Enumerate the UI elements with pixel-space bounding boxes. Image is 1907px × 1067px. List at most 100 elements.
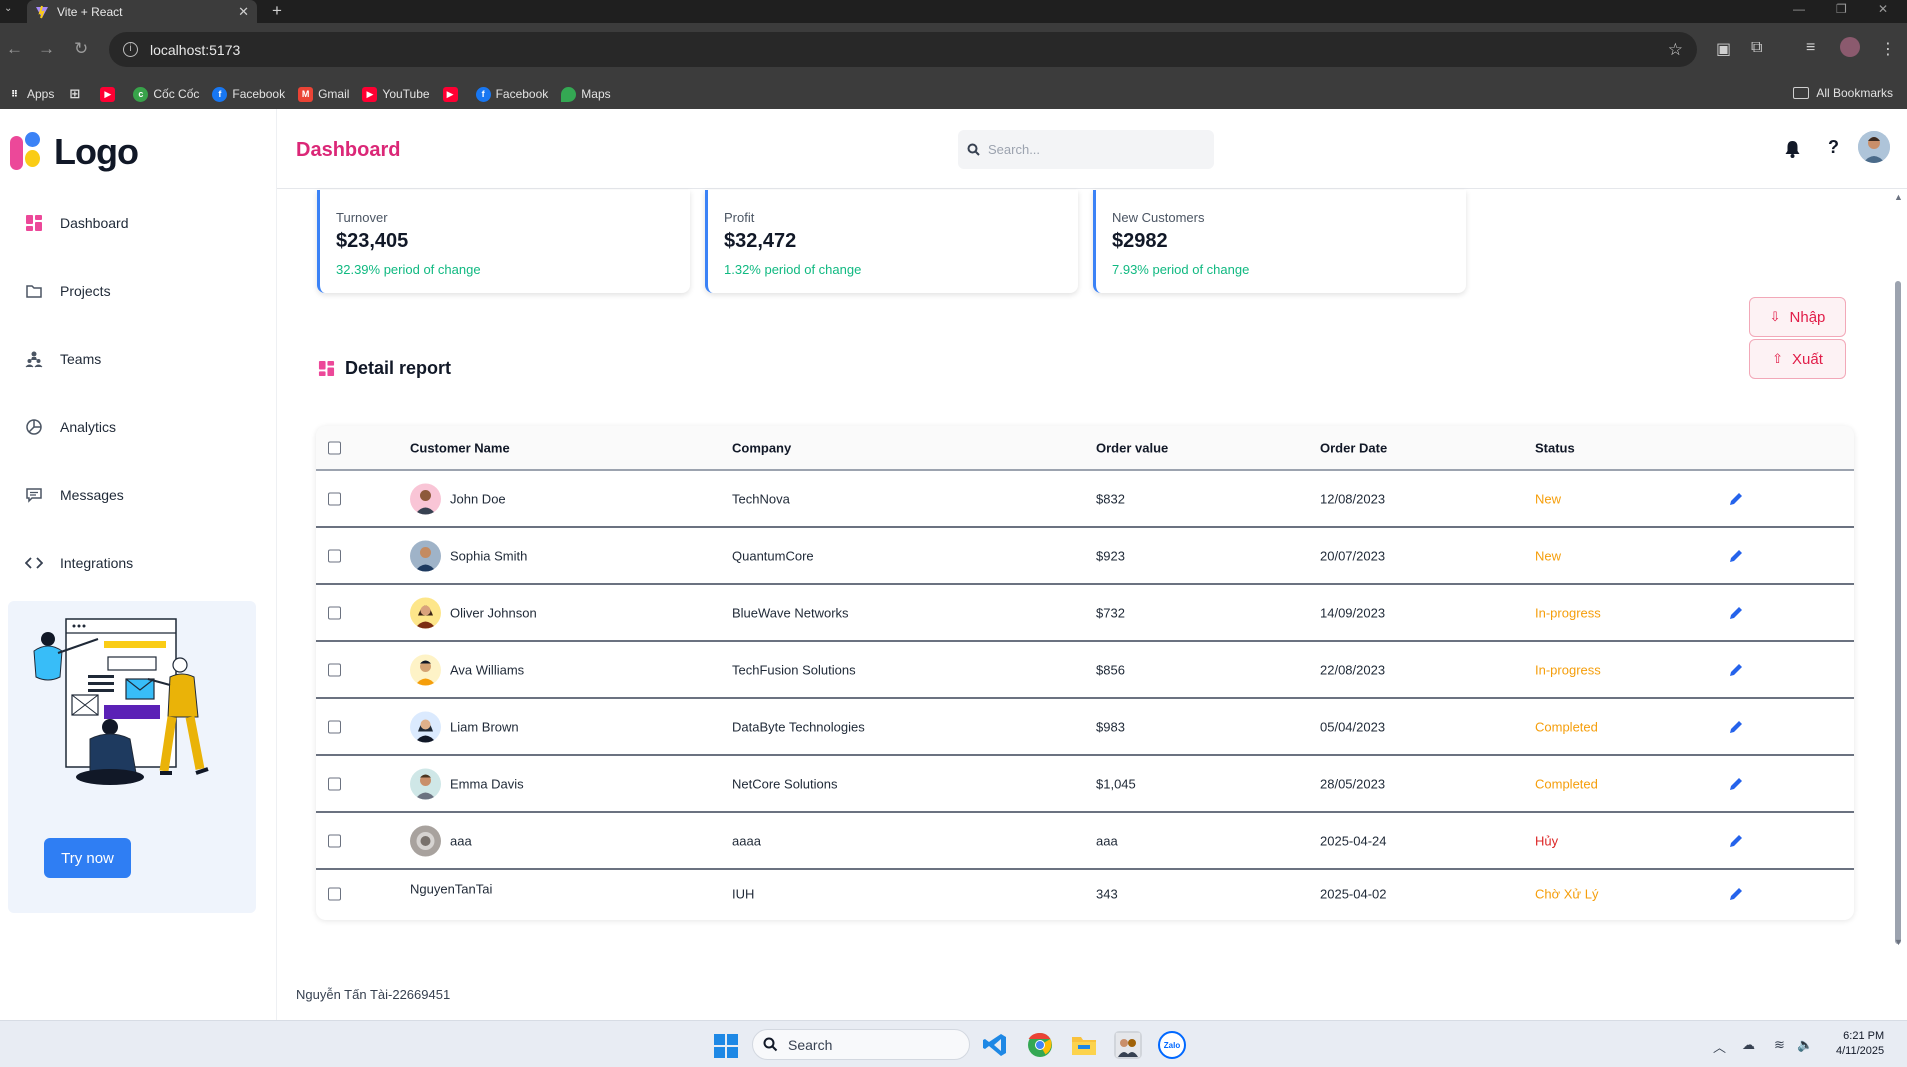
select-all-checkbox[interactable] — [328, 441, 341, 454]
onedrive-icon[interactable]: ☁ — [1742, 1037, 1755, 1053]
customer-name: Liam Brown — [450, 719, 519, 734]
volume-icon[interactable]: 🔈 — [1797, 1037, 1813, 1053]
row-checkbox[interactable] — [328, 887, 341, 901]
bookmark-facebook-2[interactable]: f Facebook — [475, 86, 548, 102]
scroll-down-icon[interactable]: ▼ — [1894, 937, 1903, 947]
status-badge: Hủy — [1535, 833, 1559, 848]
edit-icon[interactable] — [1727, 547, 1745, 565]
zalo-icon[interactable]: Zalo — [1158, 1031, 1186, 1059]
extensions-puzzle-icon[interactable]: ⧉ — [1751, 39, 1762, 57]
bookmark-label: Maps — [581, 87, 611, 101]
help-icon[interactable]: ? — [1828, 137, 1839, 158]
tab-close-icon[interactable]: ✕ — [238, 4, 249, 20]
new-tab-icon[interactable]: + — [272, 1, 282, 21]
windows-start-icon[interactable] — [714, 1034, 738, 1058]
sidebar-item-projects[interactable]: Projects — [0, 257, 276, 325]
col-order-date[interactable]: Order Date — [1320, 440, 1387, 455]
bell-icon[interactable] — [1784, 140, 1801, 158]
row-checkbox[interactable] — [328, 492, 341, 505]
order-date-cell: 2025-04-02 — [1320, 886, 1387, 902]
bookmark-youtube-2[interactable]: ▶ — [442, 86, 463, 102]
user-avatar[interactable] — [1858, 131, 1890, 163]
edit-icon[interactable] — [1727, 718, 1745, 736]
bookmark-facebook[interactable]: f Facebook — [212, 86, 285, 102]
sidebar-item-dashboard[interactable]: Dashboard — [0, 189, 276, 257]
bookmarks-bar: ⠿ Apps ⊞ ▶ c Cốc Cốc f Facebook M Gmail … — [0, 79, 1907, 109]
bookmark-coccoc[interactable]: c Cốc Cốc — [133, 86, 199, 102]
restore-icon[interactable]: ❐ — [1836, 2, 1847, 16]
address-bar[interactable]: i localhost:5173 ☆ — [109, 32, 1697, 67]
company-cell: IUH — [732, 886, 755, 902]
edit-icon[interactable] — [1727, 604, 1745, 622]
vscode-icon[interactable] — [981, 1031, 1009, 1059]
sidebar-item-integrations[interactable]: Integrations — [0, 529, 276, 597]
row-checkbox[interactable] — [328, 606, 341, 619]
reload-icon[interactable]: ↻ — [74, 39, 88, 59]
col-company[interactable]: Company — [732, 440, 791, 455]
row-checkbox[interactable] — [328, 777, 341, 790]
main-content: Turnover $23,405 32.39% period of change… — [277, 190, 1889, 1020]
browser-menu-icon[interactable]: ⋮ — [1880, 39, 1896, 59]
site-info-icon[interactable]: i — [123, 42, 138, 57]
minimize-icon[interactable]: — — [1793, 2, 1805, 16]
youtube-icon: ▶ — [442, 86, 458, 102]
profile-avatar-icon[interactable] — [1840, 37, 1860, 57]
scrollbar-thumb[interactable] — [1895, 281, 1901, 944]
taskbar-search-label: Search — [788, 1036, 833, 1053]
customer-avatar — [410, 540, 441, 571]
wifi-icon[interactable]: ≋ — [1774, 1037, 1785, 1053]
top-header: Dashboard Search... ? — [277, 109, 1907, 189]
company-cell: NetCore Solutions — [732, 776, 838, 791]
browser-tab[interactable]: Vite + React ✕ — [27, 0, 257, 23]
bookmark-gmail[interactable]: M Gmail — [298, 86, 349, 102]
row-checkbox[interactable] — [328, 663, 341, 676]
sidebar-item-teams[interactable]: Teams — [0, 325, 276, 393]
status-badge: Completed — [1535, 719, 1598, 734]
col-status[interactable]: Status — [1535, 440, 1575, 455]
bookmark-apps[interactable]: ⠿ Apps — [7, 87, 54, 102]
edit-icon[interactable] — [1727, 775, 1745, 793]
extension-app-icon[interactable]: ▣ — [1716, 39, 1731, 59]
export-button[interactable]: ⇧ Xuất — [1749, 339, 1846, 379]
try-now-button[interactable]: Try now — [44, 838, 131, 878]
back-icon[interactable]: ← — [6, 39, 23, 59]
forward-icon[interactable]: → — [38, 39, 55, 59]
page-scrollbar[interactable]: ▲ ▼ — [1889, 190, 1907, 1020]
col-customer-name[interactable]: Customer Name — [410, 440, 510, 455]
bookmark-star-icon[interactable]: ☆ — [1668, 40, 1683, 60]
import-button[interactable]: ⇩ Nhập — [1749, 297, 1846, 337]
file-explorer-icon[interactable] — [1070, 1031, 1098, 1059]
edit-icon[interactable] — [1727, 661, 1745, 679]
scroll-up-icon[interactable]: ▲ — [1894, 192, 1903, 202]
stat-card-profit: Profit $32,472 1.32% period of change — [705, 190, 1078, 293]
pie-chart-icon — [25, 418, 43, 436]
tab-search-chevron-icon[interactable]: ⌄ — [4, 3, 12, 14]
row-checkbox[interactable] — [328, 549, 341, 562]
all-bookmarks[interactable]: All Bookmarks — [1793, 86, 1893, 100]
bookmark-youtube-icon-only[interactable]: ▶ — [100, 86, 120, 102]
tray-chevron-up-icon[interactable]: ︿ — [1713, 1037, 1726, 1056]
bookmark-label: YouTube — [382, 87, 430, 101]
logo[interactable]: Logo — [10, 131, 139, 173]
taskbar-search[interactable]: Search — [752, 1029, 970, 1060]
company-cell: TechFusion Solutions — [732, 662, 856, 677]
app-photo-icon[interactable] — [1114, 1031, 1142, 1059]
chrome-icon[interactable] — [1026, 1031, 1054, 1059]
edit-icon[interactable] — [1727, 885, 1745, 903]
bookmark-grid[interactable]: ⊞ — [67, 86, 87, 102]
row-checkbox[interactable] — [328, 720, 341, 733]
browser-tab-bar: ⌄ Vite + React ✕ + — ❐ ✕ — [0, 0, 1907, 23]
bookmark-youtube[interactable]: ▶ YouTube — [362, 86, 430, 102]
edit-icon[interactable] — [1727, 832, 1745, 850]
report-table: Customer Name Company Order value Order … — [316, 426, 1854, 920]
sidebar-item-messages[interactable]: Messages — [0, 461, 276, 529]
edit-icon[interactable] — [1727, 490, 1745, 508]
search-input[interactable]: Search... — [958, 130, 1214, 169]
system-clock[interactable]: 6:21 PM 4/11/2025 — [1836, 1029, 1884, 1059]
window-close-icon[interactable]: ✕ — [1878, 2, 1888, 16]
media-control-icon[interactable]: ≡ — [1806, 39, 1815, 57]
bookmark-maps[interactable]: Maps — [561, 86, 611, 102]
col-order-value[interactable]: Order value — [1096, 440, 1168, 455]
sidebar-item-analytics[interactable]: Analytics — [0, 393, 276, 461]
row-checkbox[interactable] — [328, 834, 341, 847]
